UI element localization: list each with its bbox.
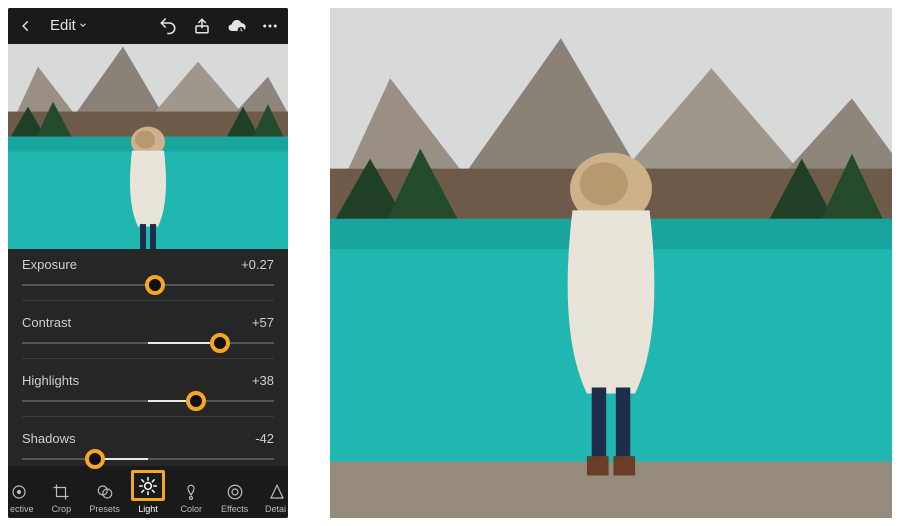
tool-label: Light	[138, 504, 158, 514]
slider-thumb[interactable]	[145, 275, 165, 295]
slider-value: -42	[255, 431, 274, 446]
tool-label: Color	[181, 504, 203, 514]
undo-button[interactable]	[158, 16, 178, 36]
preview-scene	[8, 44, 288, 249]
back-button[interactable]	[16, 16, 36, 36]
tool-presets[interactable]: Presets	[85, 483, 125, 514]
tool-selective-cut[interactable]: ective	[10, 483, 38, 514]
slider-value: +57	[252, 315, 274, 330]
tool-detail-cut[interactable]: Detai	[258, 483, 286, 514]
bottom-toolbar: ective Crop Presets Light Color	[8, 466, 288, 518]
slider-contrast: Contrast +57	[22, 315, 274, 359]
edit-label: Edit	[50, 17, 76, 34]
tool-label: Effects	[221, 504, 248, 514]
photo-editor-app: Edit	[8, 8, 288, 518]
top-bar: Edit	[8, 8, 288, 44]
tool-label: ective	[10, 504, 34, 514]
cloud-sync-button[interactable]	[226, 16, 246, 36]
reference-photo	[330, 8, 892, 518]
tool-light[interactable]: Light	[128, 470, 168, 514]
slider-track[interactable]	[22, 278, 274, 292]
tool-light-highlight	[131, 470, 165, 501]
more-button[interactable]	[260, 16, 280, 36]
slider-value: +0.27	[241, 257, 274, 272]
edit-menu[interactable]: Edit	[50, 17, 88, 34]
chevron-down-icon	[78, 19, 88, 33]
tool-label: Presets	[89, 504, 120, 514]
top-bar-left: Edit	[16, 16, 88, 36]
slider-value: +38	[252, 373, 274, 388]
light-panel: Exposure +0.27 Contrast +57	[8, 249, 288, 466]
slider-thumb[interactable]	[186, 391, 206, 411]
slider-track[interactable]	[22, 452, 274, 466]
photo-preview[interactable]	[8, 44, 288, 249]
slider-thumb[interactable]	[210, 333, 230, 353]
reference-scene	[330, 8, 892, 518]
slider-track[interactable]	[22, 336, 274, 350]
slider-thumb[interactable]	[85, 449, 105, 469]
slider-label: Shadows	[22, 431, 75, 446]
tool-label: Crop	[52, 504, 72, 514]
slider-label: Contrast	[22, 315, 71, 330]
tool-label: Detai	[265, 504, 286, 514]
slider-label: Highlights	[22, 373, 79, 388]
slider-label: Exposure	[22, 257, 77, 272]
slider-highlights: Highlights +38	[22, 373, 274, 417]
tool-effects[interactable]: Effects	[215, 483, 255, 514]
tool-color[interactable]: Color	[171, 483, 211, 514]
slider-track[interactable]	[22, 394, 274, 408]
top-bar-right	[158, 16, 280, 36]
slider-exposure: Exposure +0.27	[22, 257, 274, 301]
share-button[interactable]	[192, 16, 212, 36]
slider-shadows: Shadows -42	[22, 431, 274, 466]
tool-crop[interactable]: Crop	[41, 483, 81, 514]
